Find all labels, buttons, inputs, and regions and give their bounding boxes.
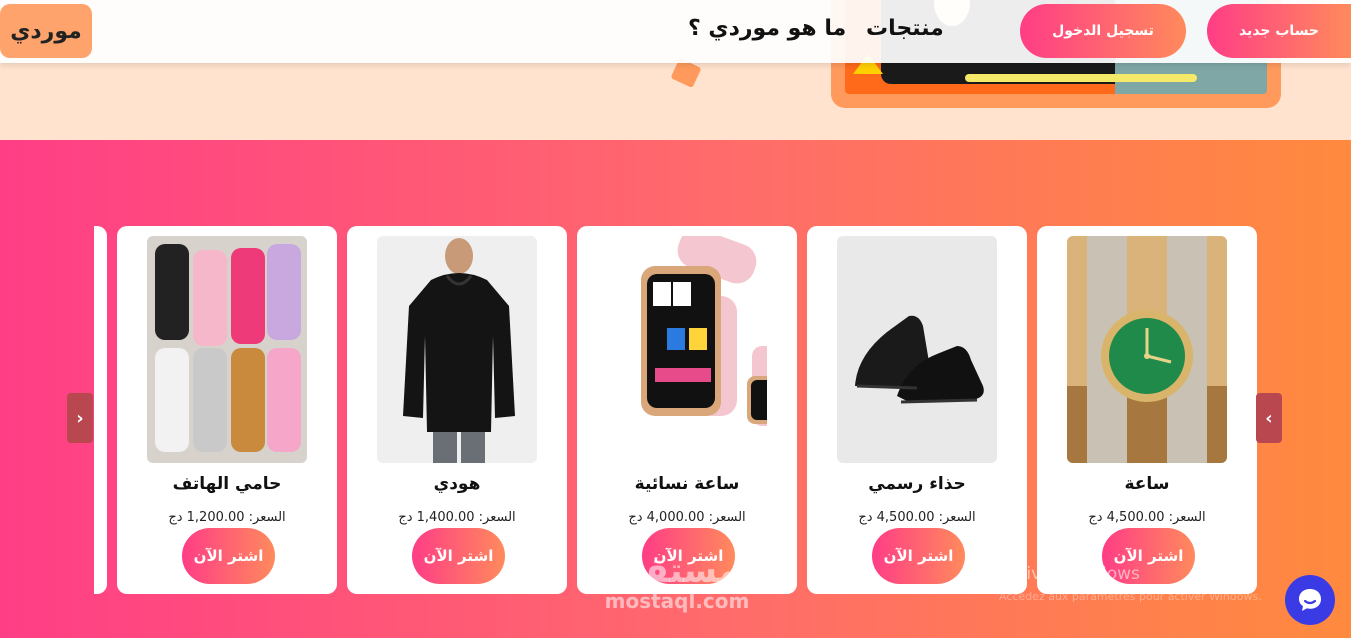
signup-button[interactable]: حساب جديد	[1207, 4, 1351, 58]
login-button[interactable]: تسجيل الدخول	[1020, 4, 1186, 58]
carousel-next-button[interactable]: ›	[67, 393, 93, 443]
buy-now-button[interactable]: اشتر الآن	[182, 528, 275, 584]
windows-activation-subtitle: Accédez aux paramètres pour activer Wind…	[999, 590, 1262, 603]
product-image-hoodie[interactable]	[377, 236, 537, 463]
chevron-left-icon: ‹	[1265, 407, 1273, 429]
chevron-right-icon: ›	[76, 407, 84, 429]
product-name: حامي الهاتف	[172, 474, 282, 494]
windows-activation-title: Activer Windows	[999, 564, 1140, 584]
product-name: ساعة نسائية	[634, 474, 740, 494]
navbar: موردي ما هو موردي ؟ منتجات تسجيل الدخول …	[0, 0, 1351, 63]
product-name: حذاء رسمي	[868, 474, 966, 494]
product-card: حامي الهاتف السعر: 1,200.00 دج اشتر الآن	[117, 226, 337, 594]
watermark-latin: mostaql.com	[604, 589, 750, 613]
product-card: ساعة السعر: 4,500.00 دج اشتر الآن	[1037, 226, 1257, 594]
watermark: مستقل mostaql.com	[592, 552, 762, 612]
product-name: هودي	[433, 474, 481, 494]
product-price: السعر: 1,400.00 دج	[398, 510, 516, 525]
product-price: السعر: 4,500.00 دج	[858, 510, 976, 525]
buy-now-button[interactable]: اشتر الآن	[872, 528, 965, 584]
carousel-prev-button[interactable]: ‹	[1256, 393, 1282, 443]
chat-bubble-icon	[1299, 589, 1321, 611]
nav-link-about[interactable]: ما هو موردي ؟	[688, 16, 846, 41]
product-price: السعر: 4,000.00 دج	[628, 510, 746, 525]
product-name: ساعة	[1124, 474, 1170, 494]
product-card: حذاء رسمي السعر: 4,500.00 دج اشتر الآن	[807, 226, 1027, 594]
product-image-shoes[interactable]	[837, 236, 997, 463]
product-image-phone-cases[interactable]	[147, 236, 307, 463]
watermark-arabic: مستقل	[614, 551, 740, 591]
product-image-watch[interactable]	[1067, 236, 1227, 463]
buy-now-button[interactable]: اشتر الآن	[412, 528, 505, 584]
chat-button[interactable]	[1285, 575, 1335, 625]
product-price: السعر: 4,500.00 دج	[1088, 510, 1206, 525]
product-card: ساعة نسائية السعر: 4,000.00 دج اشتر الآن	[577, 226, 797, 594]
site-logo[interactable]: موردي	[0, 4, 92, 58]
product-price: السعر: 1,200.00 دج	[168, 510, 286, 525]
product-image-smartwatch[interactable]	[607, 236, 767, 463]
nav-link-products[interactable]: منتجات	[866, 16, 944, 41]
product-card: هودي السعر: 1,400.00 دج اشتر الآن	[347, 226, 567, 594]
product-card-partial	[94, 226, 107, 594]
